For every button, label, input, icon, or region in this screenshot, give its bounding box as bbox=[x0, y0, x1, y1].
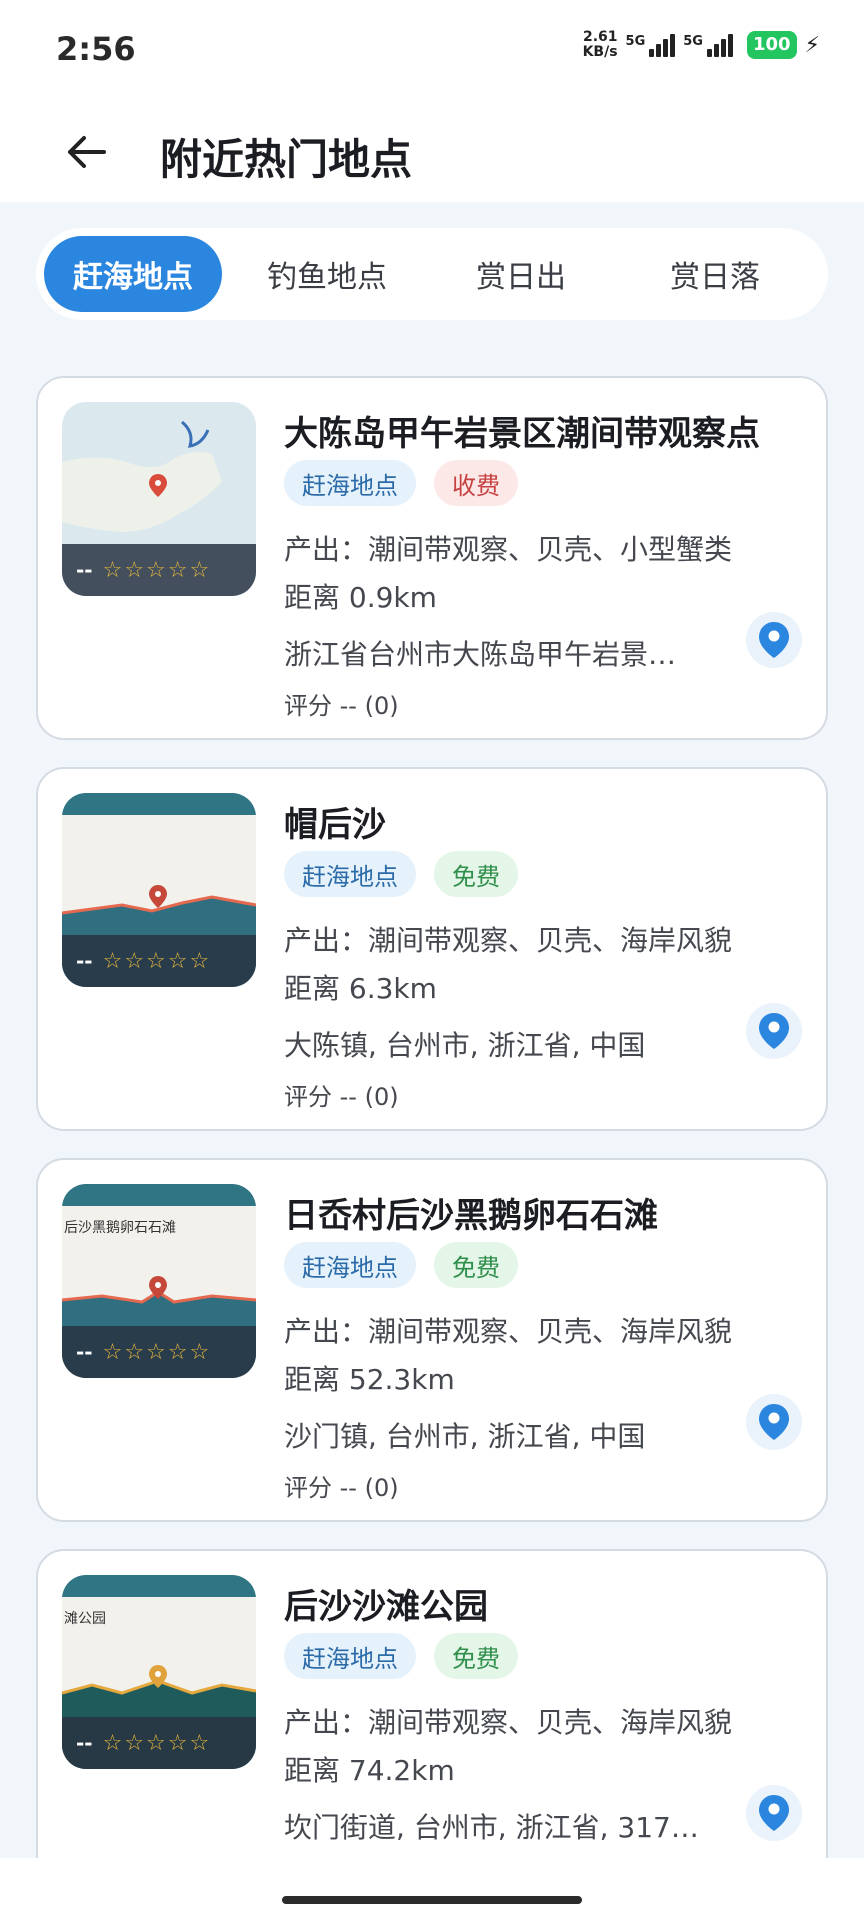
place-title: 大陈岛甲午岩景区潮间带观察点 bbox=[284, 414, 760, 454]
location-button[interactable] bbox=[746, 1394, 802, 1450]
type-tag: 赶海地点 bbox=[284, 1242, 416, 1288]
location-button[interactable] bbox=[746, 1785, 802, 1841]
tab-fishing[interactable]: 钓鱼地点 bbox=[238, 236, 416, 312]
tag-row: 赶海地点 收费 bbox=[284, 460, 518, 506]
signal-icon-sim1: 5G bbox=[626, 33, 676, 57]
location-button[interactable] bbox=[746, 1003, 802, 1059]
tab-sunset[interactable]: 赏日落 bbox=[626, 236, 804, 312]
signal-icon-sim2: 5G bbox=[683, 33, 733, 57]
type-tag: 赶海地点 bbox=[284, 851, 416, 897]
place-card[interactable]: -- ☆☆☆☆☆ 大陈岛甲午岩景区潮间带观察点 赶海地点 收费 产出：潮间带观察… bbox=[36, 376, 828, 740]
app-header: 附近热门地点 bbox=[0, 100, 864, 202]
status-icons: 2.61 KB/s 5G 5G 100 ⚡ bbox=[583, 30, 820, 60]
place-address: 坎门街道, 台州市, 浙江省, 317… bbox=[284, 1811, 699, 1844]
place-card[interactable]: 后沙黑鹅卵石石滩 -- ☆☆☆☆☆ 日岙村后沙黑鹅卵石石滩 赶海地点 免费 产出… bbox=[36, 1158, 828, 1522]
tab-seaside[interactable]: 赶海地点 bbox=[44, 236, 222, 312]
place-distance: 距离 74.2km bbox=[284, 1754, 455, 1787]
thumb-rating-strip: -- ☆☆☆☆☆ bbox=[62, 935, 256, 987]
bottom-area bbox=[0, 1858, 864, 1920]
place-thumbnail: 滩公园 -- ☆☆☆☆☆ bbox=[62, 1575, 256, 1769]
thumb-rating-strip: -- ☆☆☆☆☆ bbox=[62, 1717, 256, 1769]
place-address: 浙江省台州市大陈岛甲午岩景… bbox=[284, 638, 677, 671]
place-produce: 产出：潮间带观察、贝壳、海岸风貌 bbox=[284, 924, 733, 957]
tag-row: 赶海地点 免费 bbox=[284, 1633, 518, 1679]
location-pin-icon bbox=[759, 1404, 789, 1440]
status-bar: 2:56 2.61 KB/s 5G 5G 100 ⚡ bbox=[0, 0, 864, 100]
place-card[interactable]: 滩公园 -- ☆☆☆☆☆ 后沙沙滩公园 赶海地点 免费 产出：潮间带观察、贝壳、… bbox=[36, 1549, 828, 1889]
place-distance: 距离 6.3km bbox=[284, 972, 437, 1005]
place-distance: 距离 0.9km bbox=[284, 581, 437, 614]
rating-stars-icon: ☆☆☆☆☆ bbox=[102, 557, 212, 583]
place-distance: 距离 52.3km bbox=[284, 1363, 455, 1396]
location-pin-icon bbox=[759, 622, 789, 658]
thumb-rating-strip: -- ☆☆☆☆☆ bbox=[62, 544, 256, 596]
type-tag: 赶海地点 bbox=[284, 1633, 416, 1679]
place-thumbnail: -- ☆☆☆☆☆ bbox=[62, 402, 256, 596]
location-pin-icon bbox=[759, 1013, 789, 1049]
tag-row: 赶海地点 免费 bbox=[284, 1242, 518, 1288]
fee-tag: 免费 bbox=[434, 1633, 518, 1679]
network-speed: 2.61 KB/s bbox=[582, 29, 618, 60]
rating-stars-icon: ☆☆☆☆☆ bbox=[102, 948, 212, 974]
thumb-caption: 滩公园 bbox=[64, 1611, 106, 1627]
place-address: 大陈镇, 台州市, 浙江省, 中国 bbox=[284, 1029, 646, 1062]
back-button[interactable] bbox=[62, 128, 110, 176]
location-pin-icon bbox=[759, 1795, 789, 1831]
place-produce: 产出：潮间带观察、贝壳、海岸风貌 bbox=[284, 1706, 733, 1739]
place-score: 评分 -- (0) bbox=[284, 1474, 399, 1502]
category-tabs: 赶海地点 钓鱼地点 赏日出 赏日落 bbox=[36, 228, 828, 320]
place-title: 帽后沙 bbox=[284, 805, 386, 845]
thumb-rating-strip: -- ☆☆☆☆☆ bbox=[62, 1326, 256, 1378]
place-title: 日岙村后沙黑鹅卵石石滩 bbox=[284, 1196, 658, 1236]
thumb-caption: 后沙黑鹅卵石石滩 bbox=[64, 1219, 176, 1236]
tab-sunrise[interactable]: 赏日出 bbox=[432, 236, 610, 312]
battery-icon: 100 bbox=[746, 31, 797, 59]
place-score: 评分 -- (0) bbox=[284, 692, 399, 720]
tag-row: 赶海地点 免费 bbox=[284, 851, 518, 897]
home-indicator[interactable] bbox=[282, 1896, 582, 1904]
place-score: 评分 -- (0) bbox=[284, 1083, 399, 1111]
type-tag: 赶海地点 bbox=[284, 460, 416, 506]
page-title: 附近热门地点 bbox=[160, 135, 413, 184]
charging-icon: ⚡ bbox=[804, 32, 820, 58]
place-address: 沙门镇, 台州市, 浙江省, 中国 bbox=[284, 1420, 646, 1453]
back-arrow-icon bbox=[68, 136, 106, 168]
status-time: 2:56 bbox=[56, 30, 136, 68]
fee-tag: 收费 bbox=[434, 460, 518, 506]
place-thumbnail: -- ☆☆☆☆☆ bbox=[62, 793, 256, 987]
fee-tag: 免费 bbox=[434, 851, 518, 897]
place-thumbnail: 后沙黑鹅卵石石滩 -- ☆☆☆☆☆ bbox=[62, 1184, 256, 1378]
rating-stars-icon: ☆☆☆☆☆ bbox=[102, 1339, 212, 1365]
place-card[interactable]: -- ☆☆☆☆☆ 帽后沙 赶海地点 免费 产出：潮间带观察、贝壳、海岸风貌 距离… bbox=[36, 767, 828, 1131]
rating-stars-icon: ☆☆☆☆☆ bbox=[102, 1730, 212, 1756]
location-button[interactable] bbox=[746, 612, 802, 668]
fee-tag: 免费 bbox=[434, 1242, 518, 1288]
place-produce: 产出：潮间带观察、贝壳、小型蟹类 bbox=[284, 533, 733, 566]
place-title: 后沙沙滩公园 bbox=[284, 1587, 488, 1627]
place-produce: 产出：潮间带观察、贝壳、海岸风貌 bbox=[284, 1315, 733, 1348]
